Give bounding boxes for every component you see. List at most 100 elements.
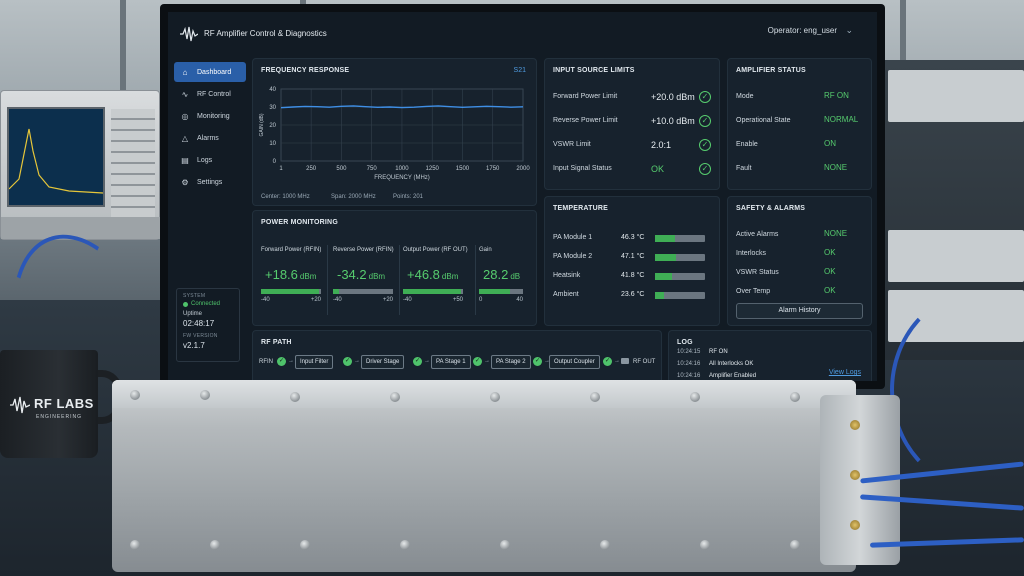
monitoring-icon: ◎ bbox=[181, 111, 189, 121]
screw bbox=[130, 390, 140, 400]
limit-value: +20.0 dBm bbox=[651, 92, 695, 102]
settings-icon: ⚙ bbox=[181, 177, 189, 187]
divider bbox=[327, 245, 328, 315]
power-value: +18.6 dBm bbox=[265, 267, 317, 282]
temperature-bar bbox=[655, 235, 705, 242]
sidebar-item-alarms[interactable]: △ Alarms bbox=[174, 128, 246, 148]
spectrum-analyzer bbox=[0, 90, 161, 240]
temperature-bar-fill bbox=[655, 292, 664, 299]
panel-title: TEMPERATURE bbox=[553, 205, 608, 212]
check-icon: ✓ bbox=[473, 357, 482, 366]
status-row: Mode RF ON bbox=[736, 91, 863, 105]
sidebar-item-settings[interactable]: ⚙ Settings bbox=[174, 172, 246, 192]
log-time: 10:24:16 bbox=[677, 373, 701, 379]
y-axis-label: GAIN (dB) bbox=[259, 113, 265, 136]
limit-label: Reverse Power Limit bbox=[553, 117, 618, 124]
operator-label[interactable]: Operator: eng_user bbox=[768, 26, 837, 35]
home-icon: ⌂ bbox=[182, 67, 188, 77]
x-tick-label: 250 bbox=[306, 166, 317, 172]
status-dot-icon bbox=[183, 301, 188, 307]
limit-row: VSWR Limit 2.0:1 ✓ bbox=[553, 139, 711, 153]
power-min: -40 bbox=[333, 297, 342, 303]
uptime-value: 02:48:17 bbox=[183, 319, 215, 328]
sidebar-item-rf-control[interactable]: ∿ RF Control bbox=[174, 84, 246, 104]
sidebar-item-dashboard[interactable]: ⌂ Dashboard bbox=[174, 62, 246, 82]
connection-status-text: Connected bbox=[191, 301, 221, 307]
safety-row: Active Alarms NONE bbox=[736, 229, 863, 243]
analyzer-base bbox=[1, 217, 161, 239]
screw bbox=[600, 540, 610, 550]
power-value: 28.2 dB bbox=[483, 267, 521, 282]
stage-output-coupler[interactable]: Output Coupler bbox=[549, 355, 600, 369]
power-bar-fill bbox=[333, 289, 339, 294]
temperature-value: 47.1 °C bbox=[621, 253, 645, 260]
temperature-row: Heatsink 41.8 °C bbox=[553, 271, 711, 283]
chassis-top bbox=[112, 380, 856, 408]
screw bbox=[200, 390, 210, 400]
rf-in-label: RFIN bbox=[259, 359, 273, 365]
log-time: 10:24:16 bbox=[677, 361, 701, 367]
screw bbox=[210, 540, 220, 550]
safety-label: Interlocks bbox=[736, 250, 766, 257]
chevron-down-icon[interactable]: ⌄ bbox=[845, 25, 853, 36]
x-tick-label: 500 bbox=[336, 166, 347, 172]
stage-input-filter[interactable]: Input Filter bbox=[295, 355, 334, 369]
check-icon: ✓ bbox=[413, 357, 422, 366]
sidebar-item-monitoring[interactable]: ◎ Monitoring bbox=[174, 106, 246, 126]
input-source-limits-panel: INPUT SOURCE LIMITS Forward Power Limit … bbox=[544, 58, 720, 190]
check-icon: ✓ bbox=[699, 115, 711, 127]
temperature-label: PA Module 2 bbox=[553, 253, 593, 260]
arrow-right-icon: → bbox=[288, 358, 294, 364]
temperature-bar bbox=[655, 292, 705, 299]
power-min: 0 bbox=[479, 297, 483, 303]
stage-pa-2[interactable]: PA Stage 2 bbox=[491, 355, 531, 369]
s21-badge[interactable]: S21 bbox=[514, 67, 526, 74]
fw-version-value: v2.1.7 bbox=[183, 341, 205, 350]
safety-label: Over Temp bbox=[736, 288, 771, 295]
sidebar-item-logs[interactable]: ▤ Logs bbox=[174, 150, 246, 170]
power-max: +50 bbox=[452, 297, 463, 303]
screw bbox=[490, 392, 500, 402]
status-row: Enable ON bbox=[736, 139, 863, 153]
system-info: SYSTEM Connected Uptime 02:48:17 FW VERS… bbox=[176, 288, 240, 362]
sidebar-item-label: RF Control bbox=[197, 90, 231, 98]
x-tick-label: 2000 bbox=[516, 166, 530, 172]
screw bbox=[790, 540, 800, 550]
sma-connector bbox=[850, 470, 860, 480]
power-gain: Gain 28.2 dB 0 40 bbox=[479, 237, 529, 317]
log-panel: LOG 10:24:15 RF ON 10:24:16 All Interlocks… bbox=[668, 330, 872, 381]
waveform-logo-icon bbox=[180, 26, 198, 42]
temperature-row: PA Module 2 47.1 °C bbox=[553, 252, 711, 264]
temperature-bar-fill bbox=[655, 235, 675, 242]
panel-title: AMPLIFIER STATUS bbox=[736, 67, 806, 74]
screw bbox=[690, 392, 700, 402]
safety-value: OK bbox=[824, 248, 836, 257]
stage-pa-1[interactable]: PA Stage 1 bbox=[431, 355, 471, 369]
x-tick-label: 1250 bbox=[426, 166, 440, 172]
power-bar bbox=[479, 289, 523, 294]
panel-title: RF PATH bbox=[261, 339, 292, 346]
log-entry: 10:24:16 All Interlocks OK bbox=[677, 361, 753, 367]
stage-driver[interactable]: Driver Stage bbox=[361, 355, 405, 369]
status-label: Mode bbox=[736, 93, 754, 100]
check-icon: ✓ bbox=[699, 163, 711, 175]
safety-label: VSWR Status bbox=[736, 269, 779, 276]
alarm-history-button[interactable]: Alarm History bbox=[736, 303, 863, 319]
screw bbox=[790, 392, 800, 402]
safety-row: VSWR Status OK bbox=[736, 267, 863, 281]
temperature-bar bbox=[655, 254, 705, 261]
y-tick-label: 20 bbox=[269, 123, 276, 129]
power-monitoring-panel: POWER MONITORING Forward Power (RFIN) +1… bbox=[252, 210, 537, 326]
view-logs-link[interactable]: View Logs bbox=[829, 369, 861, 376]
app-title: RF Amplifier Control & Diagnostics bbox=[204, 29, 327, 38]
power-bar bbox=[333, 289, 393, 294]
center-frequency: Center: 1000 MHz bbox=[261, 194, 310, 200]
limit-row: Reverse Power Limit +10.0 dBm ✓ bbox=[553, 115, 711, 129]
power-output: Output Power (RF OUT) +46.8 dBm -40 +50 bbox=[403, 237, 471, 317]
temperature-bar-fill bbox=[655, 254, 676, 261]
x-tick-label: 1500 bbox=[456, 166, 470, 172]
temperature-label: PA Module 1 bbox=[553, 234, 593, 241]
status-label: Operational State bbox=[736, 117, 791, 124]
x-axis-label: FREQUENCY (MHz) bbox=[374, 175, 430, 181]
limit-row: Forward Power Limit +20.0 dBm ✓ bbox=[553, 91, 711, 105]
